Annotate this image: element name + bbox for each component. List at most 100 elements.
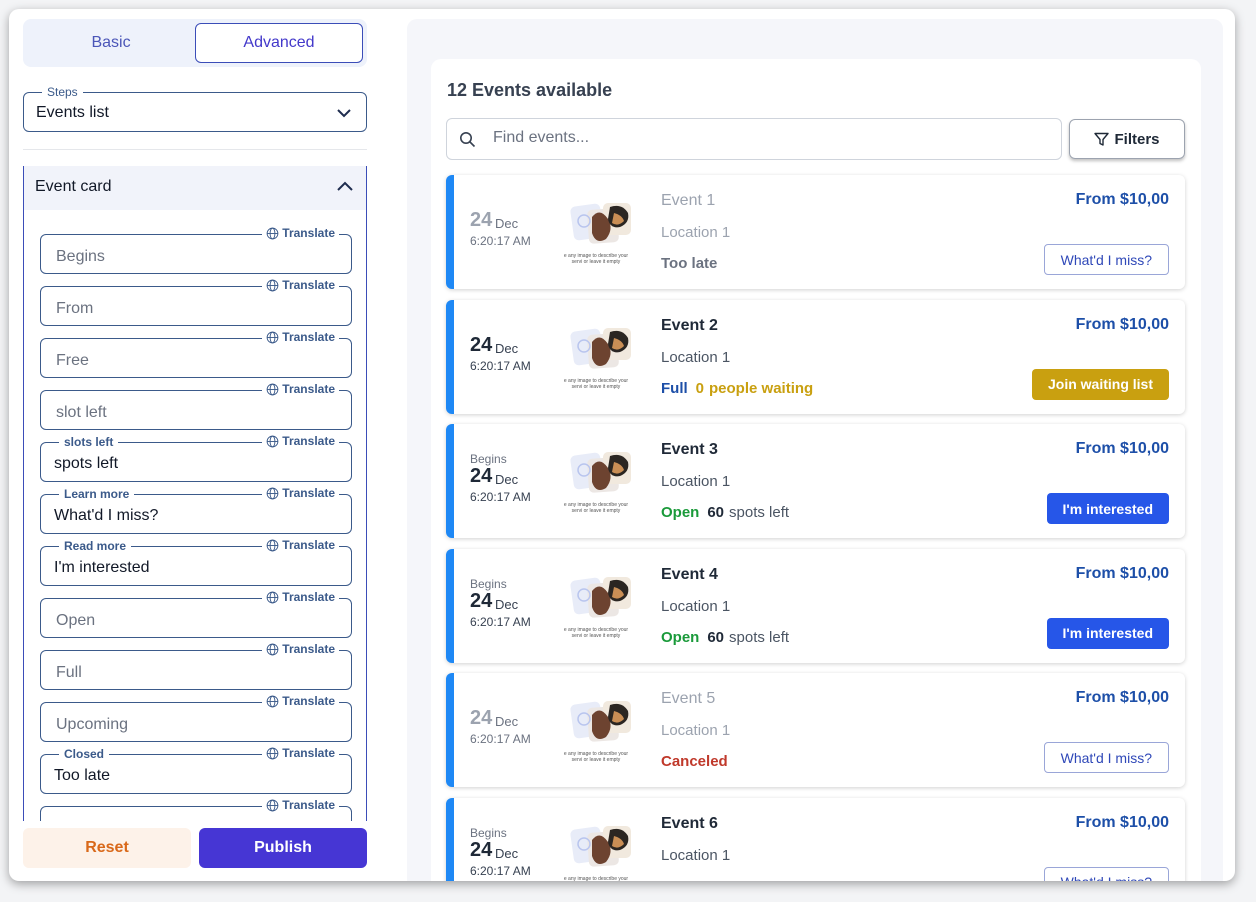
event-card-section-header[interactable]: Event card: [24, 166, 366, 210]
search-input[interactable]: [493, 129, 1033, 147]
translate-button[interactable]: Translate: [262, 590, 339, 604]
translate-button[interactable]: Translate: [262, 798, 339, 812]
event-name: Event 3: [661, 441, 718, 458]
translate-label: Translate: [282, 798, 335, 812]
event-location: Location 1: [661, 224, 731, 241]
translation-field[interactable]: Translate Full: [40, 642, 352, 690]
event-name: Event 5: [661, 690, 716, 707]
translation-field[interactable]: Translate slot left: [40, 382, 352, 430]
translate-button[interactable]: Translate: [262, 382, 339, 396]
event-cta-button[interactable]: What'd I miss?: [1043, 866, 1169, 881]
event-month: Dec: [495, 845, 519, 861]
translate-button[interactable]: Translate: [262, 278, 339, 292]
translate-label: Translate: [282, 226, 335, 240]
event-card[interactable]: Begins 24 Dec 6:20:17 AM e any image to …: [446, 797, 1185, 882]
begins-label: Begins: [470, 452, 507, 466]
translation-field[interactable]: Translate: [40, 798, 352, 821]
event-status-row: Canceled: [661, 753, 728, 770]
globe-icon: [266, 279, 279, 291]
event-image-placeholder-icon: [570, 327, 631, 369]
event-card[interactable]: 24 Dec 6:20:17 AM e any image to describ…: [446, 299, 1185, 414]
translation-field[interactable]: Translate Begins: [40, 226, 352, 274]
mode-toggle: Basic Advanced: [23, 19, 367, 67]
event-cta-button[interactable]: I'm interested: [1046, 493, 1169, 524]
translate-label: Translate: [282, 382, 335, 396]
filters-button[interactable]: Filters: [1069, 119, 1185, 159]
event-price: From $10,00: [1075, 564, 1169, 582]
event-card[interactable]: Begins 24 Dec 6:20:17 AM e any image to …: [446, 548, 1185, 663]
event-cta-button[interactable]: What'd I miss?: [1043, 244, 1169, 275]
event-location: Location 1: [661, 846, 731, 864]
tab-advanced[interactable]: Advanced: [195, 23, 363, 63]
image-placeholder-text: e any image to describe your servi or le…: [563, 253, 629, 265]
translate-button[interactable]: Translate: [262, 642, 339, 656]
image-placeholder-text: e any image to describe your servi or le…: [563, 626, 629, 639]
event-month: Dec: [495, 714, 519, 729]
translation-field[interactable]: Translate From: [40, 278, 352, 326]
divider: [23, 149, 367, 150]
translation-field[interactable]: Learn more Translate What'd I miss?: [40, 486, 352, 534]
event-status-row: Open 60 spots left: [661, 504, 789, 521]
translate-button[interactable]: Translate: [262, 694, 339, 708]
event-day: 24: [470, 707, 493, 729]
translate-label: Translate: [282, 590, 335, 604]
status-extra: people waiting: [709, 379, 814, 397]
event-image-placeholder-icon: [570, 701, 631, 742]
event-card-section: Event card Translate Begins Translate From T…: [23, 166, 367, 821]
globe-icon: [266, 695, 279, 707]
translate-label: Translate: [282, 486, 335, 500]
event-day: 24: [470, 333, 493, 356]
field-placeholder: Free: [56, 352, 89, 369]
steps-select[interactable]: Steps Events list: [23, 85, 367, 132]
reset-button[interactable]: Reset: [23, 828, 191, 868]
event-status: Open: [661, 628, 700, 646]
steps-value: Events list: [36, 104, 109, 121]
status-extra: spots left: [729, 628, 790, 646]
event-card[interactable]: 24 Dec 6:20:17 AM e any image to describ…: [446, 673, 1185, 787]
event-price: From $10,00: [1075, 315, 1169, 333]
translate-button[interactable]: Translate: [262, 746, 339, 760]
event-cta-button[interactable]: I'm interested: [1046, 617, 1169, 649]
publish-button[interactable]: Publish: [199, 828, 367, 868]
section-title: Event card: [35, 178, 112, 195]
event-cta-button[interactable]: Join waiting list: [1031, 368, 1169, 400]
tab-basic[interactable]: Basic: [27, 23, 195, 63]
translate-button[interactable]: Translate: [262, 486, 339, 500]
field-label: Learn more: [59, 487, 135, 501]
translation-field[interactable]: Closed Translate Too late: [40, 746, 352, 794]
field-value: What'd I miss?: [54, 507, 159, 524]
event-name: Event 6: [661, 814, 718, 832]
translation-field[interactable]: slots left Translate spots left: [40, 434, 352, 482]
translation-field[interactable]: Read more Translate I'm interested: [40, 538, 352, 586]
translate-button[interactable]: Translate: [262, 226, 339, 240]
globe-icon: [266, 487, 279, 499]
translate-label: Translate: [282, 642, 335, 656]
event-card[interactable]: Begins 24 Dec 6:20:17 AM e any image to …: [446, 424, 1185, 538]
translation-field[interactable]: Translate Open: [40, 590, 352, 638]
event-time: 6:20:17 AM: [470, 490, 531, 504]
steps-legend: Steps: [42, 85, 83, 99]
translate-button[interactable]: Translate: [262, 434, 339, 448]
translate-label: Translate: [282, 330, 335, 344]
field-placeholder: Upcoming: [56, 716, 129, 733]
event-card[interactable]: 24 Dec 6:20:17 AM e any image to describ…: [446, 175, 1185, 289]
event-status-row: Full 0 people waiting: [661, 380, 813, 397]
event-name: Event 4: [661, 565, 718, 583]
globe-icon: [266, 331, 279, 343]
event-month: Dec: [495, 216, 519, 231]
translate-button[interactable]: Translate: [262, 330, 339, 344]
translation-field[interactable]: Translate Free: [40, 330, 352, 378]
event-cta-button[interactable]: What'd I miss?: [1043, 742, 1169, 773]
event-thumbnail: e any image to describe your servi or le…: [558, 324, 634, 390]
globe-icon: [266, 383, 279, 395]
field-placeholder: Full: [56, 664, 82, 681]
event-name: Event 1: [661, 192, 716, 209]
chevron-up-icon: [337, 181, 353, 191]
field-placeholder: Open: [56, 612, 96, 629]
event-location: Location 1: [661, 348, 731, 366]
translate-button[interactable]: Translate: [262, 538, 339, 552]
field-label: Closed: [59, 747, 110, 761]
search-icon: [460, 132, 476, 148]
translation-field[interactable]: Translate Upcoming: [40, 694, 352, 742]
image-placeholder-text: e any image to describe your servi or le…: [563, 875, 629, 882]
